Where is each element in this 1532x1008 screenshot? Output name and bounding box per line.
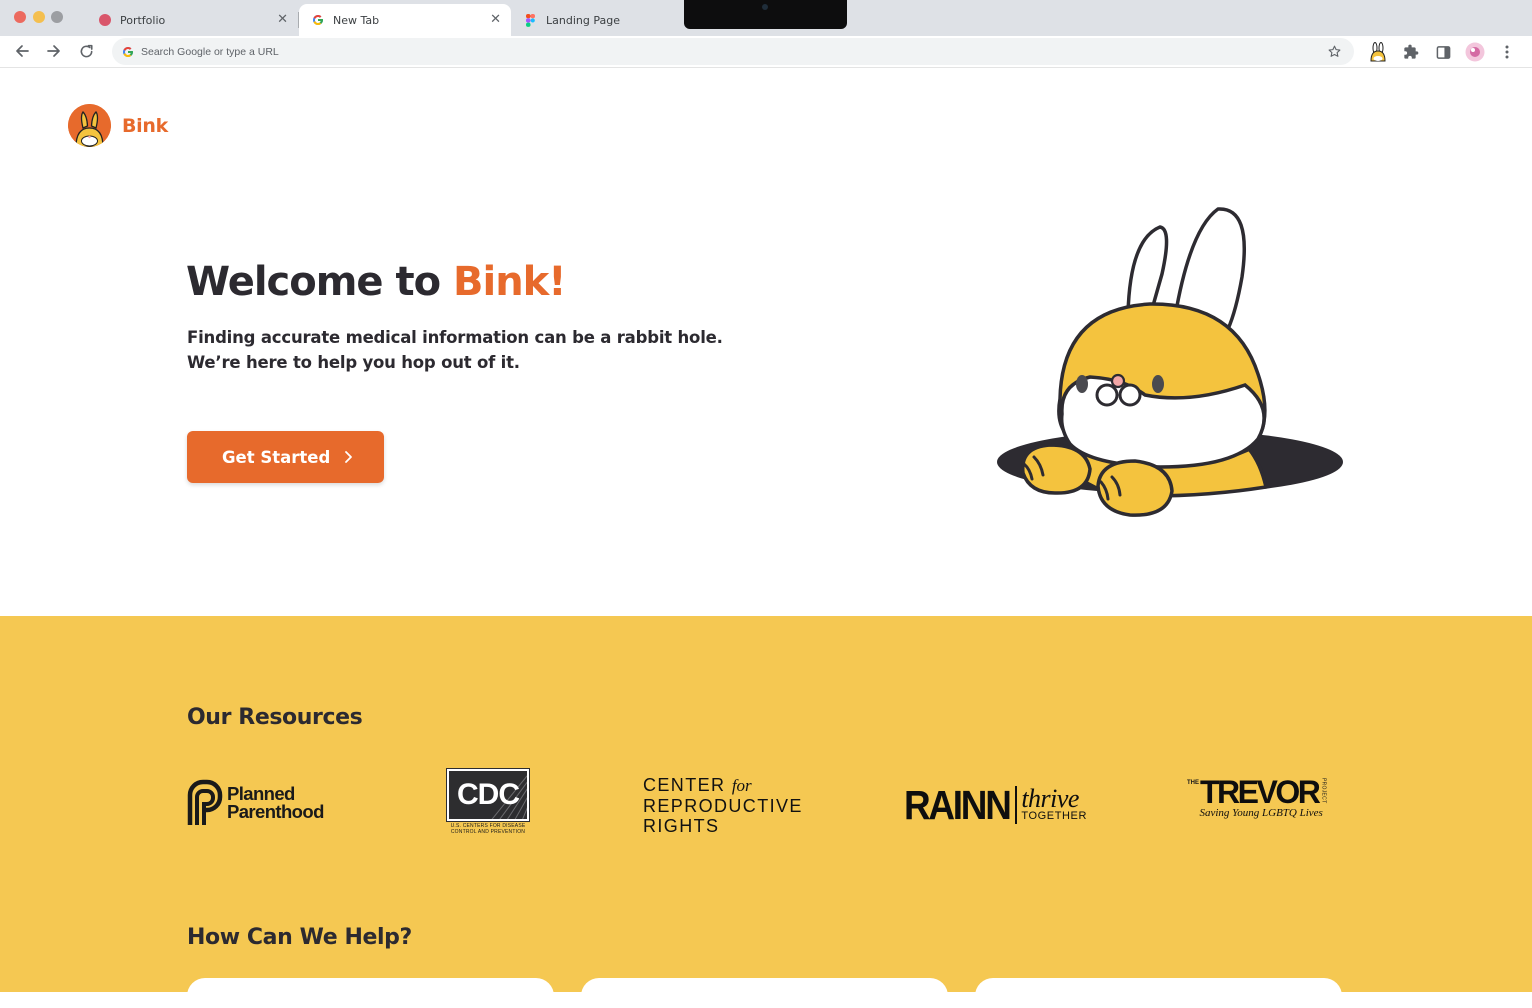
hero-title: Welcome to Bink!	[186, 259, 567, 305]
back-arrow-icon[interactable]	[12, 41, 32, 61]
bookmark-star-icon[interactable]	[1327, 44, 1342, 59]
window-close-button[interactable]	[14, 11, 26, 23]
planned-parenthood-icon	[187, 779, 223, 827]
crr-word-for: for	[731, 776, 752, 795]
bunny-in-hole-illustration	[990, 199, 1350, 519]
figma-icon	[524, 13, 537, 27]
center-reproductive-rights-logo[interactable]: CENTER for REPRODUCTIVE RIGHTS	[643, 775, 803, 836]
hero-title-accent: Bink!	[453, 259, 567, 305]
profile-avatar[interactable]	[1465, 42, 1485, 62]
help-card[interactable]	[581, 978, 948, 1008]
cdc-mark-text: CDC	[457, 778, 520, 811]
rainn-thrive: thrive	[1021, 784, 1079, 813]
camera-icon	[762, 4, 768, 10]
resources-heading: Our Resources	[187, 705, 363, 730]
side-panel-icon[interactable]	[1433, 42, 1453, 62]
rainn-divider	[1015, 786, 1018, 824]
help-card[interactable]	[187, 978, 554, 1008]
help-card[interactable]	[975, 978, 1342, 1008]
tab-title: Landing Page	[546, 13, 620, 27]
extensions-puzzle-icon[interactable]	[1401, 42, 1421, 62]
get-started-button[interactable]: Get Started	[187, 431, 384, 483]
window-minimize-button[interactable]	[33, 11, 45, 23]
hero-subtitle-line: Finding accurate medical information can…	[187, 328, 723, 347]
site-logo[interactable]: Bink	[68, 104, 168, 147]
portfolio-favicon-icon	[98, 14, 111, 27]
trevor-the: THE	[1187, 780, 1199, 786]
tab-title: New Tab	[333, 13, 380, 27]
omnibox[interactable]	[112, 38, 1354, 65]
camera-notch	[684, 0, 847, 29]
tab-new-tab[interactable]: New Tab ✕	[299, 4, 511, 36]
pp-line-2: Parenthood	[227, 801, 324, 822]
browser-tab-strip: Portfolio ✕ New Tab ✕ Landing Page	[0, 0, 1532, 36]
crr-line-3: RIGHTS	[643, 816, 720, 836]
close-tab-icon[interactable]: ✕	[277, 12, 288, 28]
google-icon	[311, 14, 324, 27]
hero-subtitle-line: We’re here to help you hop out of it.	[187, 353, 520, 372]
hero-subtitle: Finding accurate medical information can…	[187, 325, 723, 375]
resources-section: Our Resources Planned Parenthood CDC U.S…	[0, 616, 1532, 1008]
rainn-mark: RAINN	[904, 782, 1012, 828]
tab-landing-page[interactable]: Landing Page	[512, 4, 682, 36]
crr-word-center: CENTER	[643, 775, 726, 795]
get-started-label: Get Started	[222, 447, 331, 467]
bink-logo-icon	[68, 104, 111, 147]
bink-extension-icon[interactable]	[1368, 42, 1388, 62]
reload-icon[interactable]	[76, 41, 96, 61]
close-tab-icon[interactable]: ✕	[490, 12, 501, 28]
window-zoom-button[interactable]	[51, 11, 63, 23]
hero-title-prefix: Welcome to	[186, 259, 453, 305]
address-input[interactable]	[141, 45, 1141, 58]
more-menu-icon[interactable]	[1497, 42, 1517, 62]
browser-toolbar	[0, 36, 1532, 68]
trevor-project: PROJECT	[1320, 778, 1327, 804]
bink-landing-page: Bink Welcome to Bink! Finding accurate m…	[0, 69, 1532, 1008]
rainn-together: TOGETHER	[1021, 810, 1088, 822]
help-heading: How Can We Help?	[187, 925, 412, 950]
google-icon	[122, 46, 134, 58]
chevron-right-icon	[343, 450, 353, 464]
cdc-caption-2: CONTROL AND PREVENTION	[450, 829, 526, 835]
crr-line-2: REPRODUCTIVE	[643, 796, 803, 816]
trevor-project-logo[interactable]: THE TREVOR PROJECT Saving Young LGBTQ Li…	[1187, 774, 1327, 819]
cdc-logo[interactable]: CDC U.S. CENTERS FOR DISEASE CONTROL AND…	[446, 768, 530, 835]
brand-name: Bink	[122, 114, 168, 137]
trevor-word: TREVOR	[1200, 774, 1321, 810]
tab-title: Portfolio	[120, 13, 166, 27]
planned-parenthood-logo[interactable]: Planned Parenthood	[187, 779, 324, 827]
cdc-mark: CDC	[446, 768, 530, 822]
rainn-logo[interactable]: RAINN thrive TOGETHER	[904, 784, 1087, 826]
forward-arrow-icon[interactable]	[44, 41, 64, 61]
trevor-tagline: Saving Young LGBTQ Lives	[1199, 807, 1323, 819]
tab-portfolio[interactable]: Portfolio ✕	[86, 4, 299, 36]
